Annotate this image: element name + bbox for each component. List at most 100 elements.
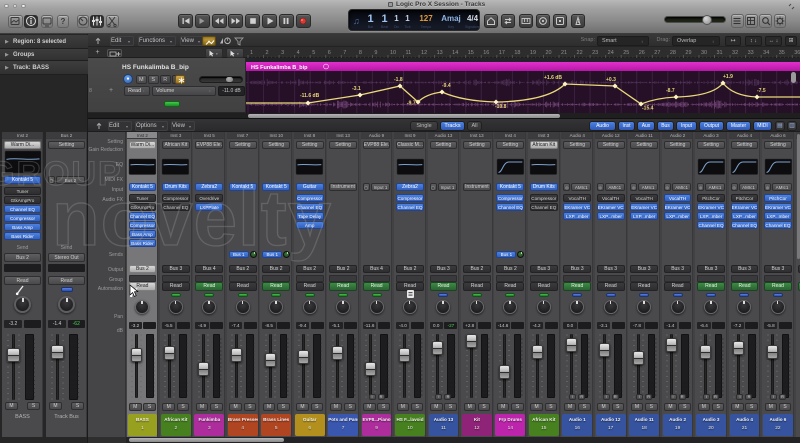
mixer-filter-audio-button[interactable]: Audio bbox=[589, 121, 616, 131]
mixer-strip[interactable]: Audio 4Setting◎AMIc1VocalTHEKramer VCLXP… bbox=[561, 132, 593, 437]
mixer-view-tracks-button[interactable]: Tracks bbox=[440, 121, 465, 131]
fader[interactable] bbox=[733, 334, 744, 398]
strip-name-plate[interactable]: Audio 421 bbox=[730, 414, 760, 436]
strip-record-button[interactable]: R bbox=[378, 394, 385, 400]
mixer-strip[interactable]: Audio 13Setting▢Input 1Bus 3Read0.0-27IR… bbox=[428, 132, 460, 437]
strip-automation-button[interactable]: Read bbox=[496, 282, 524, 291]
strip-setting-button[interactable]: Setting bbox=[296, 141, 324, 149]
strip-db-value[interactable]: 0.0 bbox=[563, 322, 576, 330]
fader-cap[interactable] bbox=[733, 341, 744, 355]
zoom-v-control[interactable]: ↕ ↓ bbox=[745, 36, 762, 46]
track-record-button[interactable]: R bbox=[160, 75, 171, 84]
strip-solo-button[interactable]: S bbox=[311, 403, 324, 411]
strip-input-monitor-button[interactable]: ▢ bbox=[363, 183, 370, 191]
strip-automation-button[interactable]: Read bbox=[262, 282, 290, 291]
strip-output-button[interactable]: Bus 2 bbox=[496, 265, 524, 274]
strip-input-button[interactable]: Bus 2 bbox=[56, 176, 85, 184]
strip-setting-button[interactable]: EVP88 Ele... bbox=[195, 141, 223, 149]
strip-pan-knob[interactable] bbox=[470, 300, 484, 314]
strip-record-button[interactable]: R bbox=[645, 394, 652, 400]
mixer-strip[interactable]: Inst 13SettingInstrumentBus 2Read+2.8MSK… bbox=[461, 132, 493, 437]
disclosure-triangle-icon[interactable]: ▶ bbox=[5, 52, 10, 58]
track-volume-thumb[interactable] bbox=[226, 77, 233, 82]
strip-fx-channel-eq[interactable]: Channel EQ bbox=[530, 203, 558, 211]
strip-fx-pitchcor[interactable]: PitchCor bbox=[764, 194, 792, 202]
strip-name-plate[interactable]: Audio 1311 bbox=[429, 414, 459, 436]
strip-pan-knob[interactable] bbox=[370, 300, 384, 314]
toolbar-library-button[interactable] bbox=[8, 15, 23, 28]
strip-fx-compressor[interactable]: Compressor bbox=[4, 214, 41, 222]
strip-pan-knob[interactable] bbox=[637, 300, 651, 314]
strip-mute-button[interactable]: M bbox=[698, 403, 711, 411]
fader-cap[interactable] bbox=[7, 348, 20, 362]
strip-fx-bass-amp[interactable]: Bass Amp bbox=[129, 230, 157, 238]
lcd-key[interactable]: Amaj bbox=[439, 12, 463, 25]
strip-name-plate[interactable]: EVP8...Piano9 bbox=[362, 414, 392, 436]
strip-setting-button[interactable]: Setting bbox=[764, 141, 792, 149]
tracks-automation-button[interactable] bbox=[202, 36, 216, 46]
strip-input-monitor-button[interactable]: ◎ bbox=[630, 183, 637, 191]
strip-pan-knob[interactable] bbox=[269, 300, 283, 314]
eq-thumbnail[interactable] bbox=[497, 159, 524, 175]
toolbar-media-browser-button[interactable] bbox=[745, 14, 758, 28]
strip-solo-button[interactable]: S bbox=[177, 403, 190, 411]
strip-input-monitor-button[interactable]: I bbox=[703, 394, 710, 400]
strip-input-monitor-button[interactable]: ◎ bbox=[664, 183, 671, 191]
strip-db-value[interactable]: -5.5 bbox=[162, 322, 175, 330]
strip-fx-channel-eq[interactable]: Channel EQ bbox=[764, 221, 792, 229]
duplicate-track-button[interactable] bbox=[107, 49, 122, 58]
strip-mute-button[interactable]: M bbox=[129, 403, 142, 411]
tracks-menu-view[interactable]: View▾ bbox=[180, 36, 204, 46]
strip-fx-gtkamppro[interactable]: GtkAmpPro bbox=[4, 196, 41, 204]
zoom-button[interactable] bbox=[21, 4, 26, 9]
strip-fx-vocalth[interactable]: VocalTH bbox=[630, 194, 658, 202]
strip-group-box[interactable] bbox=[530, 275, 558, 282]
fader-cap[interactable] bbox=[365, 362, 376, 376]
strip-mute-button[interactable]: M bbox=[765, 403, 778, 411]
strip-mute-button[interactable]: M bbox=[664, 403, 677, 411]
fader-cap[interactable] bbox=[499, 365, 510, 379]
mixer-strip[interactable]: Audio 6Setting◎AMIc1PitchCorEKramer VCLX… bbox=[762, 132, 794, 437]
strip-fx-ekramer-vc[interactable]: EKramer VC bbox=[697, 203, 725, 211]
tracks-filter-icon[interactable] bbox=[234, 37, 244, 46]
strip-input-button[interactable]: AMIc1 bbox=[705, 183, 725, 191]
strip-fx-channel-eq[interactable]: Channel EQ bbox=[129, 212, 157, 220]
mixer-wide-view-button[interactable]: ▥ bbox=[787, 121, 797, 131]
strip-mute-button[interactable]: M bbox=[464, 403, 477, 411]
strip-output-button[interactable]: Bus 3 bbox=[597, 265, 625, 274]
mixer-strip[interactable]: Inst 5EVP88 Ele...Zebra2OverdriveLXPPlat… bbox=[193, 132, 225, 437]
strip-group-box[interactable] bbox=[496, 275, 524, 282]
eq-thumbnail[interactable] bbox=[296, 159, 323, 175]
strip-input-button[interactable]: Instrument bbox=[463, 183, 491, 191]
strip-fx-ekramer-vc[interactable]: EKramer VC bbox=[731, 203, 759, 211]
strip-send-dest-button[interactable]: Bus 2 bbox=[4, 253, 41, 262]
strip-send-button[interactable]: Bus 1 bbox=[229, 251, 249, 258]
inspector-section-region[interactable]: ▶Region: 8 selected bbox=[0, 35, 88, 49]
strip-pan-knob[interactable] bbox=[236, 300, 250, 314]
strip-fx-lxp-mber[interactable]: LXP...mber bbox=[630, 212, 658, 220]
strip-group-box[interactable] bbox=[296, 275, 324, 282]
strip-output-button[interactable]: Bus 4 bbox=[363, 265, 391, 274]
mixer-filter-midi-button[interactable]: MIDI bbox=[753, 121, 772, 131]
fader-cap[interactable] bbox=[532, 345, 543, 359]
strip-input-button[interactable]: AMIc1 bbox=[605, 183, 625, 191]
fader[interactable] bbox=[198, 334, 209, 398]
fader-cap[interactable] bbox=[599, 343, 610, 357]
fader[interactable] bbox=[432, 334, 443, 398]
strip-db-value[interactable]: -1.4 bbox=[664, 322, 677, 330]
strip-setting-button[interactable]: Classic M... bbox=[396, 141, 424, 149]
strip-pan-knob[interactable] bbox=[537, 300, 551, 314]
strip-fx-lxp-mber[interactable]: LXP...mber bbox=[664, 212, 692, 220]
tracks-pointer-tool-button[interactable]: ▾ bbox=[205, 48, 223, 58]
strip-input-button[interactable]: Zebra2 bbox=[195, 183, 223, 191]
strip-name-plate[interactable]: Audio 1217 bbox=[596, 414, 626, 436]
strip-input-button[interactable]: Guitar bbox=[296, 183, 324, 191]
eq-thumbnail[interactable] bbox=[397, 159, 424, 175]
strip-output-button[interactable]: Bus 3 bbox=[530, 265, 558, 274]
fader[interactable] bbox=[131, 334, 142, 398]
strip-fx-lxp-mber[interactable]: LXP...mber bbox=[563, 212, 591, 220]
strip-name-plate[interactable]: Brass Lines5 bbox=[261, 414, 291, 436]
strip-db-value[interactable]: -7.2 bbox=[731, 322, 744, 330]
strip-setting-button[interactable]: Setting bbox=[496, 141, 524, 149]
zoom-h-control[interactable]: ↔ ↓ bbox=[765, 36, 782, 46]
